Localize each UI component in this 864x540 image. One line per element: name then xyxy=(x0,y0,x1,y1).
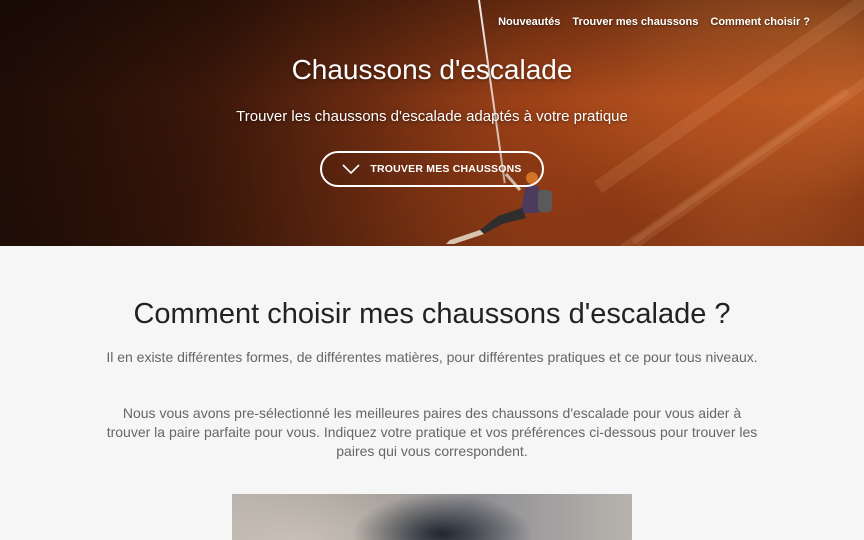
hero-title: Chaussons d'escalade xyxy=(291,54,573,85)
hero-banner: Nouveautés Trouver mes chaussons Comment… xyxy=(0,0,864,246)
nav-link-comment-choisir[interactable]: Comment choisir ? xyxy=(710,16,810,28)
rock-texture xyxy=(593,0,864,194)
selection-paragraph: Nous vous avons pre-sélectionné les meil… xyxy=(106,405,758,459)
hero-subtitle: Trouver les chaussons d'escalade adaptés… xyxy=(236,108,628,125)
nav-link-trouver-mes-chaussons[interactable]: Trouver mes chaussons xyxy=(572,16,698,28)
shoe-photo xyxy=(232,494,632,540)
chevron-down-icon xyxy=(342,164,360,174)
section-title: Comment choisir mes chaussons d'escalade… xyxy=(133,298,731,330)
nav-link-nouveautes[interactable]: Nouveautés xyxy=(498,16,560,28)
find-shoes-button[interactable]: TROUVER MES CHAUSSONS xyxy=(320,151,544,187)
intro-paragraph: Il en existe différentes formes, de diff… xyxy=(106,349,758,365)
main-nav: Nouveautés Trouver mes chaussons Comment… xyxy=(498,16,810,28)
find-shoes-button-label: TROUVER MES CHAUSSONS xyxy=(370,163,522,175)
